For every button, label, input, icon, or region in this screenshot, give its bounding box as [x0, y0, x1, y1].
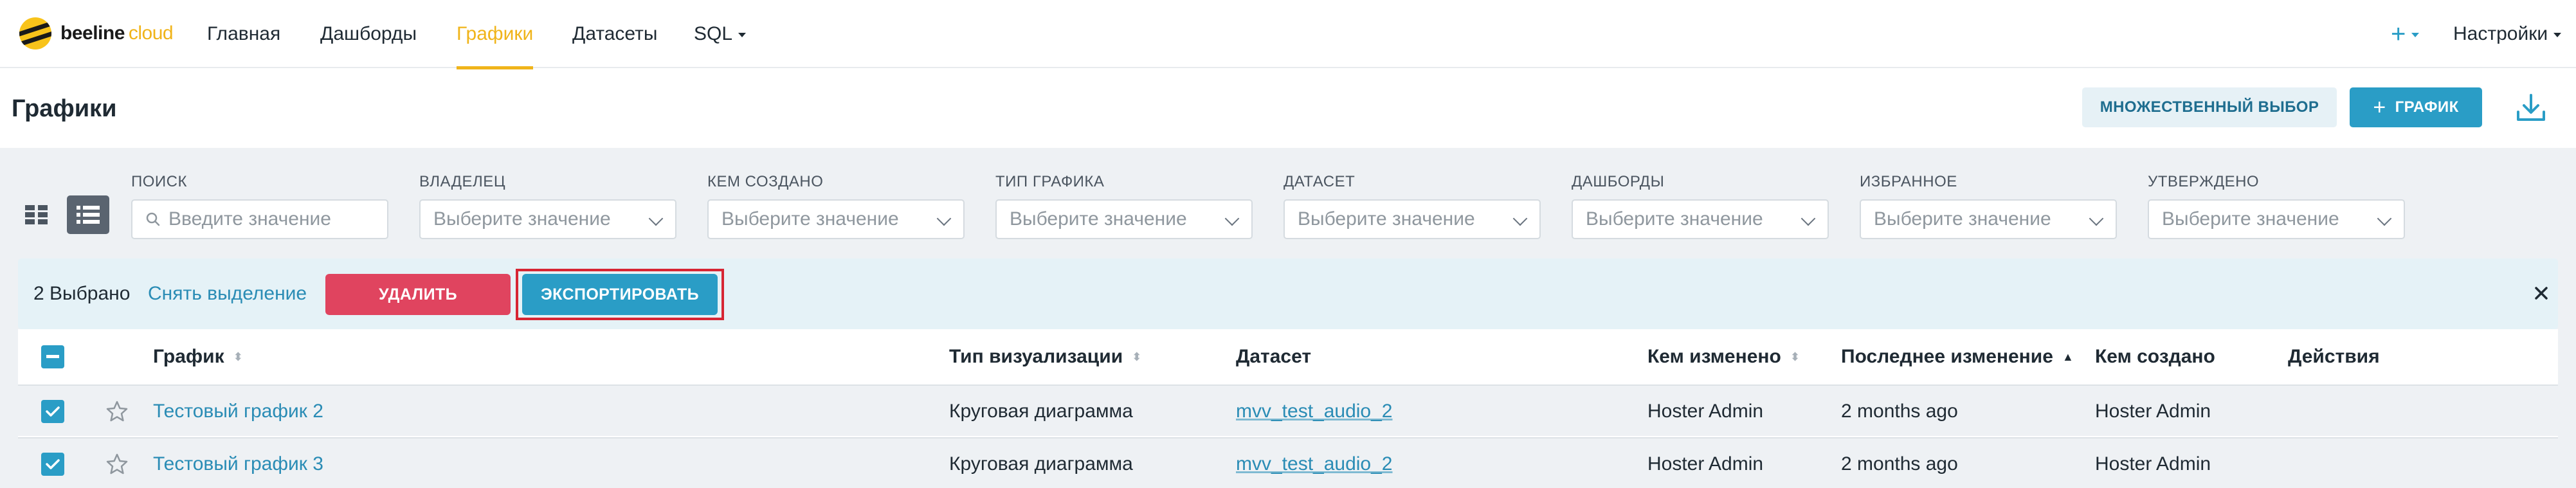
download-icon[interactable] — [2514, 91, 2548, 125]
chevron-down-icon — [1512, 211, 1528, 226]
nav-item-datasets[interactable]: Датасеты — [572, 0, 657, 68]
filter-approved: УТВЕРЖДЕНО Выберите значение — [2148, 171, 2405, 239]
filter-owner: ВЛАДЕЛЕЦ Выберите значение — [419, 171, 676, 239]
changed-by-cell: Hoster Admin — [1647, 453, 1764, 474]
chart-type-select[interactable]: Выберите значение — [995, 199, 1253, 239]
viz-type-cell: Круговая диаграмма — [949, 401, 1133, 422]
filter-dataset: ДАТАСЕТ Выберите значение — [1283, 171, 1541, 239]
dataset-select[interactable]: Выберите значение — [1283, 199, 1541, 239]
settings-menu[interactable]: Настройки — [2453, 0, 2562, 68]
star-icon[interactable] — [105, 453, 129, 476]
owner-select[interactable]: Выберите значение — [419, 199, 676, 239]
filter-label: ДАТАСЕТ — [1283, 173, 1356, 190]
nav-item-sql[interactable]: SQL — [694, 0, 747, 68]
beeline-logo-icon — [19, 17, 51, 50]
filter-favorites: ИЗБРАННОЕ Выберите значение — [1860, 171, 2117, 239]
row-checkbox[interactable] — [41, 453, 64, 476]
close-icon-glyph — [2535, 287, 2548, 300]
bulk-selection-bar: 2 Выбрано Снять выделение УДАЛИТЬ ЭКСПОР… — [18, 258, 2558, 329]
new-item-menu[interactable]: + — [2391, 0, 2420, 68]
chart-name-link[interactable]: Тестовый график 2 — [153, 386, 323, 437]
clear-selection-link[interactable]: Снять выделение — [148, 258, 307, 329]
chevron-down-icon — [2377, 211, 2392, 226]
filter-label: ТИП ГРАФИКА — [995, 173, 1105, 190]
viz-type-cell: Круговая диаграмма — [949, 453, 1133, 474]
approved-select[interactable]: Выберите значение — [2148, 199, 2405, 239]
chevron-down-icon — [1224, 211, 1240, 226]
filter-chart-type: ТИП ГРАФИКА Выберите значение — [995, 171, 1253, 239]
card-view-toggle[interactable] — [15, 195, 58, 234]
filter-search: ПОИСК Введите значение — [131, 171, 388, 239]
star-icon[interactable] — [105, 400, 129, 423]
select-all-checkbox[interactable] — [41, 345, 64, 368]
chevron-down-icon — [738, 32, 747, 37]
dashboards-select[interactable]: Выберите значение — [1572, 199, 1829, 239]
created-by-cell: Hoster Admin — [2095, 453, 2211, 474]
table-row[interactable]: Тестовый график 3 Круговая диаграмма mvv… — [18, 437, 2558, 488]
column-header-dataset: Датасет — [1236, 346, 1312, 367]
add-chart-button[interactable]: + ГРАФИК — [2350, 87, 2482, 127]
table-header: График ⬍ Тип визуализации ⬍ Датасет Кем из… — [18, 329, 2558, 384]
nav-item-home[interactable]: Главная — [207, 0, 280, 68]
last-modified-cell: 2 months ago — [1841, 453, 1958, 474]
last-modified-cell: 2 months ago — [1841, 401, 1958, 422]
sort-icon: ⬍ — [233, 350, 243, 363]
check-icon — [46, 459, 60, 469]
column-header-chart[interactable]: График ⬍ — [153, 329, 243, 384]
chart-name-link[interactable]: Тестовый график 3 — [153, 438, 323, 488]
brand-logo[interactable]: beeline cloud — [19, 17, 174, 50]
sort-icon: ⬍ — [1132, 350, 1142, 363]
search-input[interactable]: Введите значение — [131, 199, 388, 239]
export-button[interactable]: ЭКСПОРТИРОВАТЬ — [522, 274, 718, 315]
nav-item-charts[interactable]: Графики — [457, 0, 534, 69]
filter-created-by: КЕМ СОЗДАНО Выберите значение — [707, 171, 965, 239]
column-header-created-by: Кем создано — [2095, 346, 2215, 367]
minus-icon — [46, 355, 59, 358]
row-checkbox[interactable] — [41, 400, 64, 423]
sort-ascending-icon: ▲ — [2062, 350, 2074, 363]
close-icon[interactable] — [2528, 280, 2554, 306]
nav-item-dashboards[interactable]: Дашборды — [320, 0, 417, 68]
list-view-toggle[interactable] — [67, 195, 109, 234]
changed-by-cell: Hoster Admin — [1647, 401, 1764, 422]
filter-label: ПОИСК — [131, 173, 187, 190]
delete-button[interactable]: УДАЛИТЬ — [325, 274, 511, 315]
dataset-link[interactable]: mvv_test_audio_2 — [1236, 438, 1393, 488]
column-header-last-modified[interactable]: Последнее изменение ▲ — [1841, 329, 2074, 384]
list-icon — [77, 206, 100, 224]
table-row[interactable]: Тестовый график 2 Круговая диаграмма mvv… — [18, 384, 2558, 436]
created-by-select[interactable]: Выберите значение — [707, 199, 965, 239]
favorites-select[interactable]: Выберите значение — [1860, 199, 2117, 239]
search-icon — [146, 212, 160, 226]
top-navbar: beeline cloud Главная Дашборды Графики Да… — [0, 0, 2576, 69]
charts-table: График ⬍ Тип визуализации ⬍ Датасет Кем из… — [18, 329, 2558, 488]
column-header-actions: Действия — [2288, 346, 2380, 367]
created-by-cell: Hoster Admin — [2095, 401, 2211, 422]
filter-label: УТВЕРЖДЕНО — [2148, 173, 2260, 190]
page-title: Графики — [12, 95, 117, 122]
filter-label: ИЗБРАННОЕ — [1860, 173, 1957, 190]
check-icon — [46, 406, 60, 417]
grid-icon — [25, 205, 48, 224]
filter-label: КЕМ СОЗДАНО — [707, 173, 824, 190]
multi-select-button[interactable]: МНОЖЕСТВЕННЫЙ ВЫБОР — [2082, 87, 2337, 127]
filter-label: ВЛАДЕЛЕЦ — [419, 173, 506, 190]
dataset-link[interactable]: mvv_test_audio_2 — [1236, 386, 1393, 437]
column-header-changed-by[interactable]: Кем изменено ⬍ — [1647, 329, 1800, 384]
plus-icon: + — [2391, 19, 2406, 48]
chevron-down-icon — [1800, 211, 1816, 226]
plus-icon: + — [2373, 95, 2386, 120]
chevron-down-icon — [2553, 32, 2562, 37]
chevron-down-icon — [936, 211, 952, 226]
brand-name: beeline cloud — [60, 23, 174, 44]
filter-label: ДАШБОРДЫ — [1572, 173, 1665, 190]
sort-icon: ⬍ — [1790, 350, 1800, 363]
column-header-viz-type[interactable]: Тип визуализации ⬍ — [949, 329, 1141, 384]
chevron-down-icon — [648, 211, 664, 226]
chevron-down-icon — [2089, 211, 2104, 226]
selected-count: 2 Выбрано — [33, 283, 131, 304]
filter-dashboards: ДАШБОРДЫ Выберите значение — [1572, 171, 1829, 239]
chevron-down-icon — [2411, 32, 2420, 37]
